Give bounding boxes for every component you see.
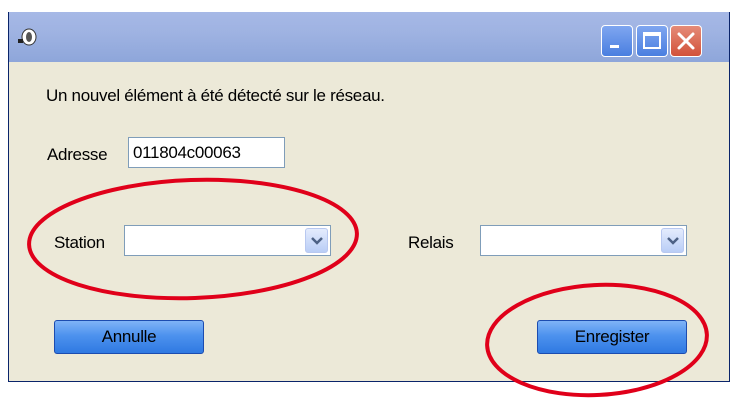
adresse-field[interactable]: 011804c00063	[128, 137, 285, 168]
enregistrer-button[interactable]: Enregister	[537, 320, 687, 354]
chevron-down-icon	[311, 237, 323, 245]
adresse-label: Adresse	[47, 145, 108, 164]
station-dropdown-button[interactable]	[305, 228, 328, 253]
close-button[interactable]	[670, 25, 702, 57]
screenshot: Un nouvel élément à été détecté sur le r…	[0, 0, 730, 399]
chevron-down-icon	[667, 237, 679, 245]
station-label: Station	[54, 233, 105, 252]
title-bar[interactable]	[9, 12, 729, 62]
app-bell-icon	[15, 26, 39, 48]
detection-message: Un nouvel élément à été détecté sur le r…	[46, 86, 385, 105]
annule-button[interactable]: Annulle	[54, 320, 204, 354]
relais-select[interactable]	[480, 225, 687, 256]
maximize-button[interactable]	[636, 25, 668, 57]
maximize-icon	[643, 32, 661, 49]
close-icon	[677, 32, 695, 50]
relais-dropdown-button[interactable]	[661, 228, 684, 253]
relais-label: Relais	[408, 233, 454, 252]
minimize-button[interactable]	[601, 25, 633, 57]
minimize-icon	[610, 45, 619, 48]
station-select[interactable]	[124, 225, 331, 256]
